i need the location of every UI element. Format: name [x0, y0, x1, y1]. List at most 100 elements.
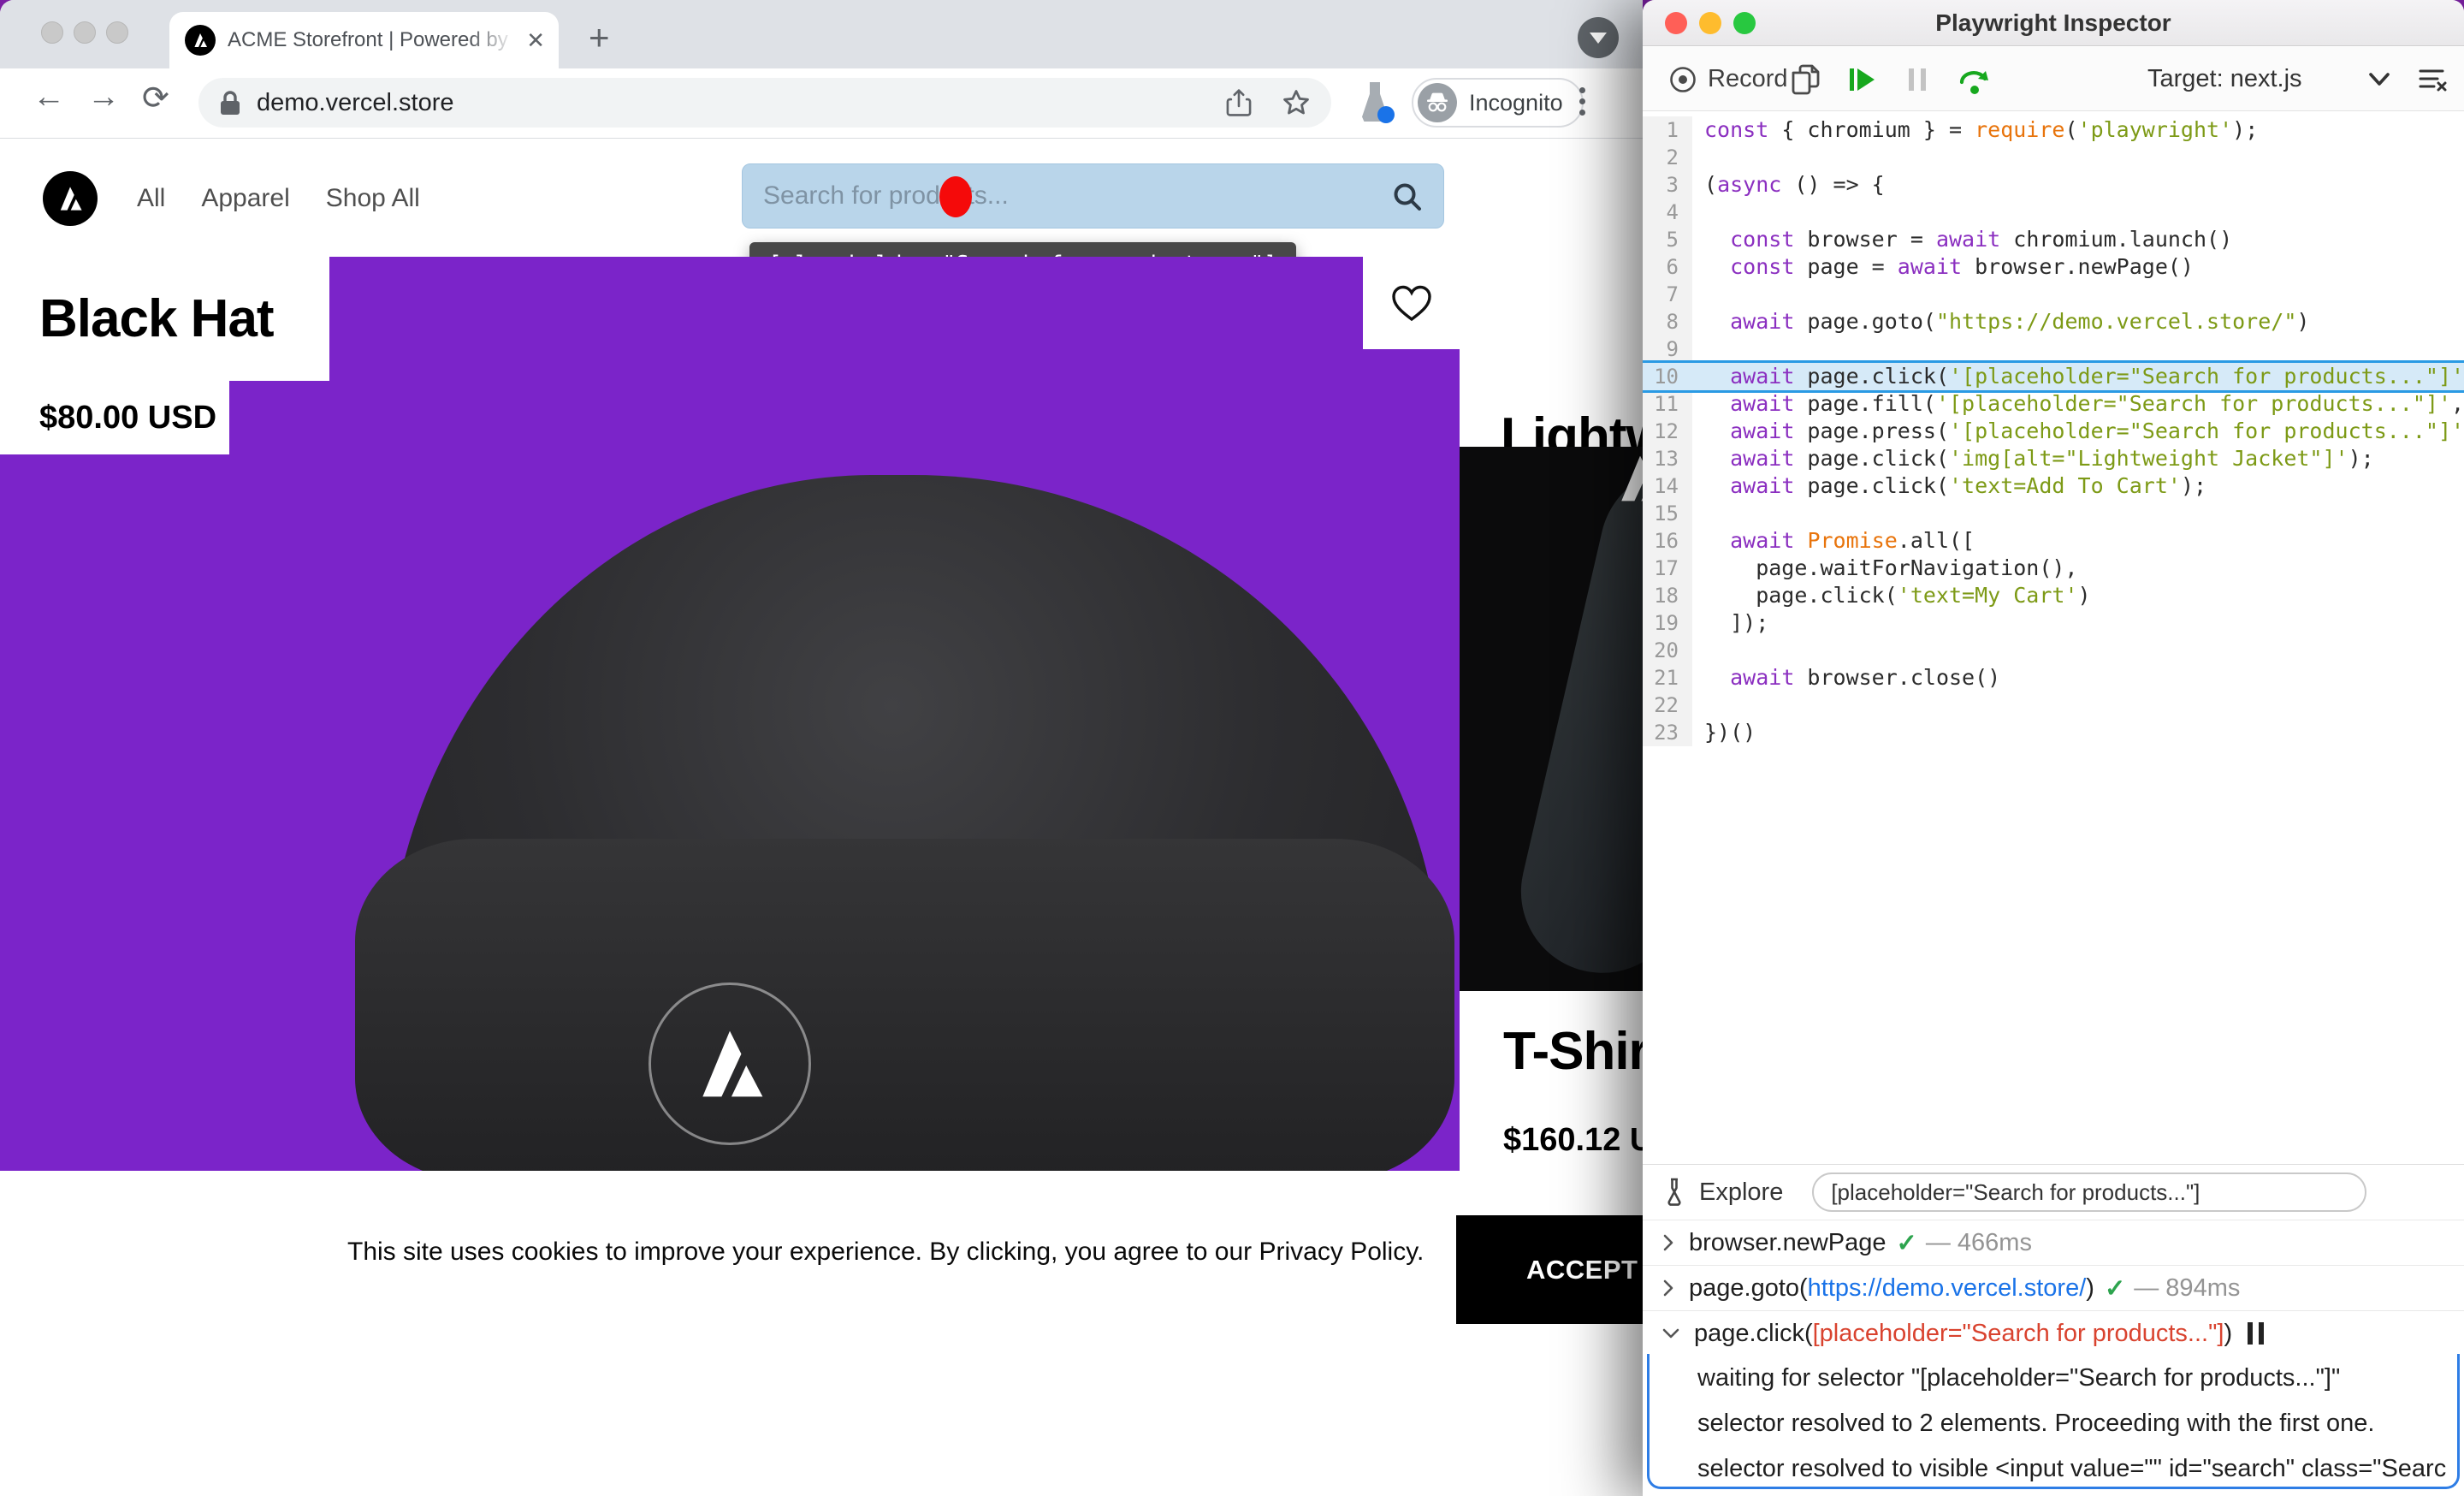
window-close-button[interactable] — [41, 21, 63, 44]
log-entry[interactable]: page.click([placeholder="Search for prod… — [1643, 1310, 2464, 1356]
tab-close-icon[interactable]: ✕ — [526, 27, 545, 54]
log-entry[interactable]: page.goto(https://demo.vercel.store/)✓— … — [1643, 1265, 2464, 1310]
reload-button[interactable]: ⟳ — [142, 79, 169, 117]
nav-link-apparel[interactable]: Apparel — [201, 184, 289, 213]
browser-tab[interactable]: ACME Storefront | Powered by ✕ — [169, 12, 559, 68]
code-line[interactable]: 9 — [1643, 335, 2464, 363]
chevron-expanded-icon[interactable] — [1661, 1327, 1680, 1340]
code-line[interactable]: 17 page.waitForNavigation(), — [1643, 555, 2464, 582]
code-line[interactable]: 12 await page.press('[placeholder="Searc… — [1643, 418, 2464, 445]
new-tab-button[interactable]: + — [589, 22, 610, 53]
line-number: 7 — [1643, 281, 1692, 308]
tab-search-button[interactable] — [1578, 17, 1619, 58]
nav-link-all[interactable]: All — [137, 184, 165, 213]
code-line[interactable]: 4 — [1643, 199, 2464, 226]
search-input[interactable]: Search for products... — [742, 163, 1444, 229]
code-text: await page.press('[placeholder="Search f… — [1692, 418, 2464, 445]
hat-acme-logo-icon — [649, 982, 811, 1145]
pause-button[interactable] — [1904, 47, 1930, 111]
explore-flask-icon — [1665, 1177, 1689, 1208]
code-line[interactable]: 6 const page = await browser.newPage() — [1643, 253, 2464, 281]
code-line[interactable]: 13 await page.click('img[alt="Lightweigh… — [1643, 445, 2464, 472]
code-line[interactable]: 1const { chromium } = require('playwrigh… — [1643, 116, 2464, 144]
accept-cookies-button[interactable]: ACCEPT COOKIES — [1456, 1215, 1643, 1324]
window-minimize-button[interactable] — [74, 21, 96, 44]
paused-icon — [2248, 1322, 2264, 1345]
code-line[interactable]: 8 await page.goto("https://demo.vercel.s… — [1643, 308, 2464, 335]
pause-icon — [1904, 64, 1930, 95]
code-line[interactable]: 11 await page.fill('[placeholder="Search… — [1643, 390, 2464, 418]
code-line[interactable]: 14 await page.click('text=Add To Cart'); — [1643, 472, 2464, 500]
line-number: 1 — [1643, 116, 1692, 144]
explore-selector-input[interactable] — [1812, 1172, 2366, 1212]
log-call: page.click( — [1694, 1320, 1813, 1348]
code-line[interactable]: 5 const browser = await chromium.launch(… — [1643, 226, 2464, 253]
code-line-highlighted[interactable]: 10 await page.click('[placeholder="Searc… — [1643, 360, 2464, 393]
inspector-close-button[interactable] — [1665, 12, 1687, 34]
bookmark-star-icon[interactable] — [1282, 88, 1311, 117]
copy-script-button[interactable] — [1790, 47, 1822, 111]
address-bar[interactable]: demo.vercel.store — [198, 78, 1331, 128]
code-line[interactable]: 23})() — [1643, 719, 2464, 746]
hero-product-price: $80.00 USD — [39, 400, 216, 436]
action-log-list[interactable]: browser.newPage✓— 466mspage.goto(https:/… — [1643, 1220, 2464, 1492]
playwright-inspector-window: Playwright Inspector Record Target: next… — [1643, 0, 2464, 1496]
back-button[interactable]: ← — [33, 79, 65, 116]
wishlist-button[interactable] — [1363, 257, 1460, 349]
code-text: (async () => { — [1692, 171, 1885, 199]
code-line[interactable]: 3(async () => { — [1643, 171, 2464, 199]
search-icon[interactable] — [1390, 180, 1424, 214]
code-text: })() — [1692, 719, 1756, 746]
incognito-badge[interactable]: Incognito — [1412, 78, 1584, 128]
browser-menu-icon[interactable] — [1579, 82, 1586, 121]
extension-badge-dot — [1377, 106, 1395, 123]
code-line[interactable]: 21 await browser.close() — [1643, 664, 2464, 692]
code-text: const page = await browser.newPage() — [1692, 253, 2194, 281]
chevron-collapsed-icon[interactable] — [1661, 1233, 1675, 1252]
record-button[interactable]: Record — [1668, 47, 1788, 111]
log-entry[interactable]: browser.newPage✓— 466ms — [1643, 1220, 2464, 1265]
inspector-bottom-panel: Explore browser.newPage✓— 466mspage.goto… — [1643, 1164, 2464, 1496]
product-price-tshirt: $160.12 USD — [1503, 1122, 1643, 1159]
log-entry-details: waiting for selector "[placeholder="Sear… — [1643, 1356, 2464, 1492]
code-line[interactable]: 15 — [1643, 500, 2464, 527]
chevron-collapsed-icon[interactable] — [1661, 1279, 1675, 1297]
inspector-titlebar[interactable]: Playwright Inspector — [1643, 0, 2464, 46]
tab-strip: ACME Storefront | Powered by ✕ + — [0, 0, 1643, 68]
hero-title-label: Black Hat — [0, 257, 329, 381]
inspector-zoom-button[interactable] — [1733, 12, 1756, 34]
target-selector[interactable]: Target: next.js — [2147, 47, 2302, 111]
log-options-menu-icon[interactable] — [2418, 47, 2447, 111]
code-text: await page.click('[placeholder="Search f… — [1692, 363, 2464, 390]
forward-button[interactable]: → — [87, 79, 120, 116]
inspector-minimize-button[interactable] — [1699, 12, 1721, 34]
log-detail-line: waiting for selector "[placeholder="Sear… — [1643, 1356, 2464, 1401]
code-line[interactable]: 19 ]); — [1643, 609, 2464, 637]
code-line[interactable]: 22 — [1643, 692, 2464, 719]
code-line[interactable]: 2 — [1643, 144, 2464, 171]
product-title-tshirt[interactable]: T-Shirt — [1503, 1021, 1643, 1082]
code-text: ]); — [1692, 609, 1768, 637]
nav-link-shop-all[interactable]: Shop All — [326, 184, 420, 213]
store-nav: All Apparel Shop All — [137, 184, 420, 213]
code-line[interactable]: 7 — [1643, 281, 2464, 308]
step-over-button[interactable] — [1956, 47, 1992, 111]
code-line[interactable]: 20 — [1643, 637, 2464, 664]
code-text: const browser = await chromium.launch() — [1692, 226, 2232, 253]
line-number: 22 — [1643, 692, 1692, 719]
lightweight-jacket-image[interactable] — [1460, 447, 1643, 991]
resume-button[interactable] — [1846, 47, 1879, 111]
url-text: demo.vercel.store — [257, 89, 1196, 117]
acme-logo[interactable] — [43, 171, 98, 226]
log-duration: — 466ms — [1926, 1229, 2032, 1257]
window-zoom-button[interactable] — [106, 21, 128, 44]
code-line[interactable]: 18 page.click('text=My Cart') — [1643, 582, 2464, 609]
source-code-view[interactable]: 1const { chromium } = require('playwrigh… — [1643, 111, 2464, 746]
target-dropdown-chevron[interactable] — [2368, 47, 2390, 111]
line-number: 14 — [1643, 472, 1692, 500]
hero-product-section[interactable]: Black Hat $80.00 USD — [0, 257, 1460, 1171]
share-icon[interactable] — [1225, 88, 1253, 117]
code-line[interactable]: 16 await Promise.all([ — [1643, 527, 2464, 555]
check-icon: ✓ — [2105, 1273, 2125, 1303]
extension-flask-icon[interactable] — [1357, 82, 1395, 125]
